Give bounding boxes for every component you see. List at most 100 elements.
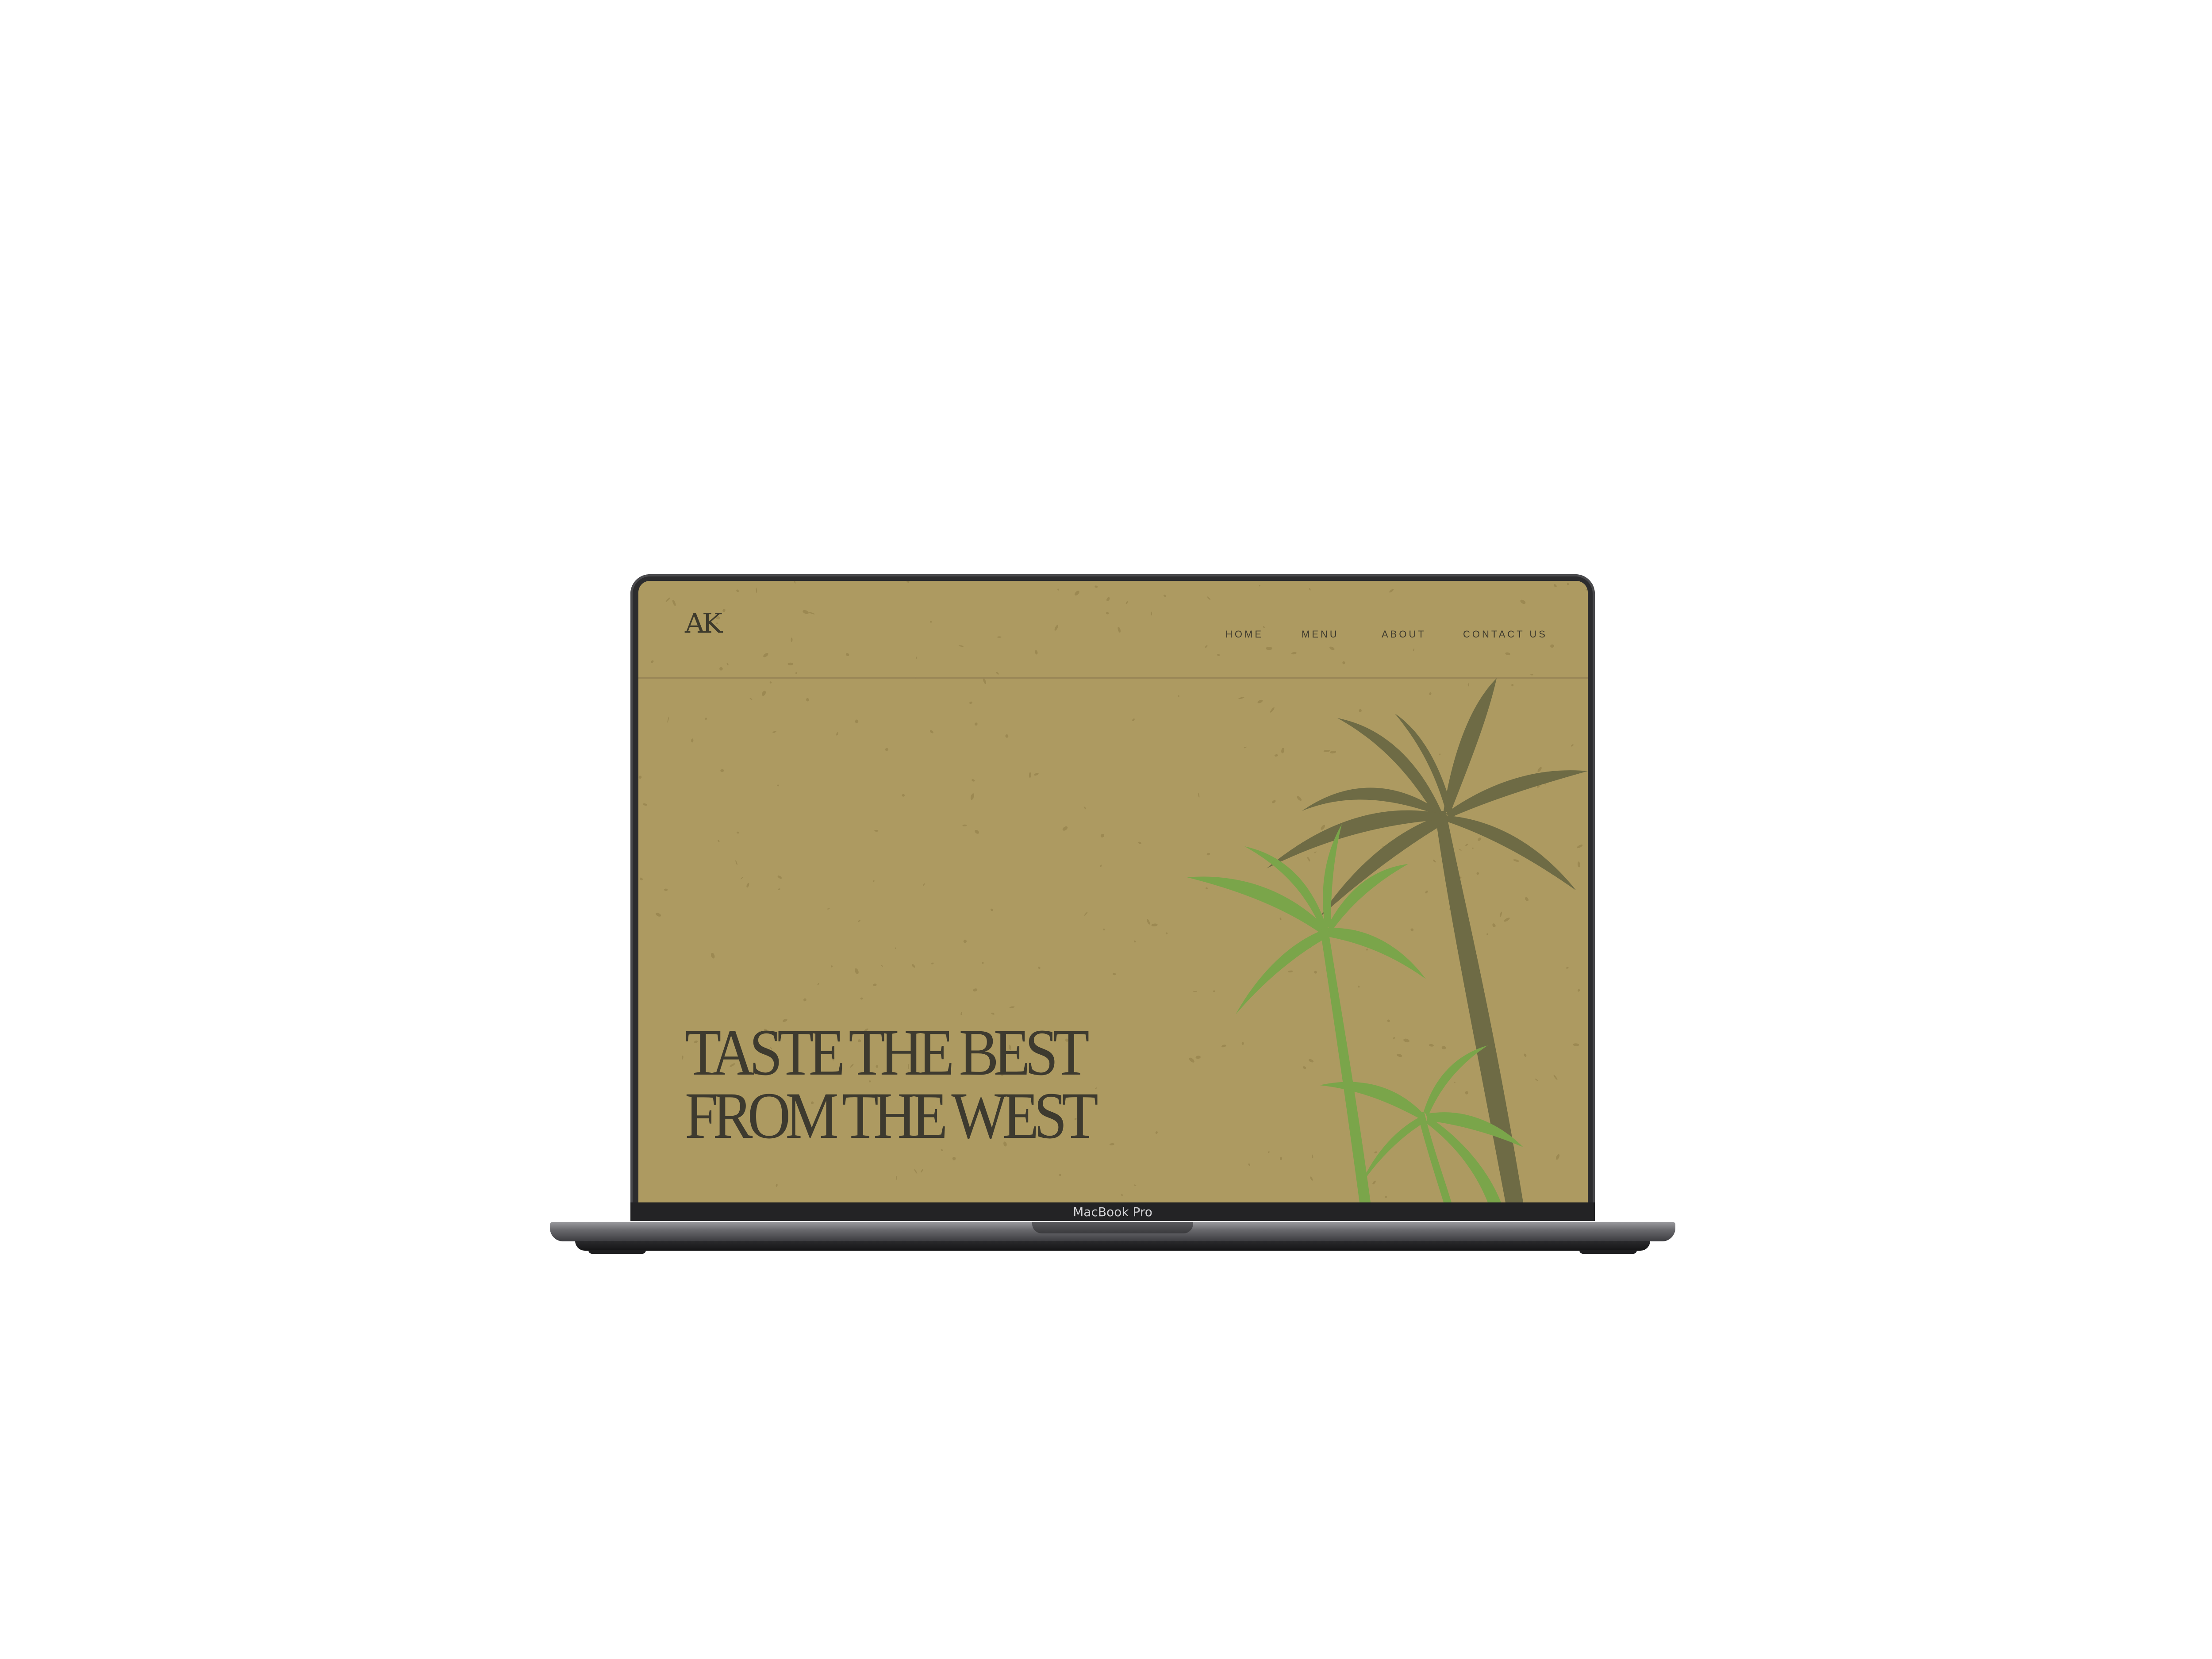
texture-speck (1038, 966, 1041, 969)
texture-speck (1029, 772, 1031, 778)
texture-speck (873, 983, 877, 987)
texture-speck (1100, 864, 1102, 868)
texture-speck (777, 876, 782, 879)
laptop-foot-right (1579, 1250, 1637, 1254)
texture-speck (691, 738, 694, 743)
texture-speck (855, 719, 859, 723)
texture-speck (718, 840, 720, 842)
texture-speck (737, 831, 739, 834)
palm-tree-illustration (1187, 678, 1588, 1202)
texture-speck (914, 1169, 918, 1174)
texture-speck (874, 830, 879, 832)
browser-screen: AK HOME MENU ABOUT CONTACT US TASTE THE … (638, 581, 1588, 1202)
texture-speck (923, 883, 925, 886)
laptop-mockup: AK HOME MENU ABOUT CONTACT US TASTE THE … (0, 0, 2212, 1659)
texture-speck (749, 698, 753, 700)
texture-speck (973, 988, 978, 992)
nav-menu[interactable]: MENU (1302, 630, 1339, 647)
texture-speck (772, 731, 776, 733)
texture-speck (827, 908, 830, 910)
texture-speck (895, 947, 896, 949)
device-label: MacBook Pro (1073, 1205, 1152, 1219)
texture-speck (1133, 940, 1136, 943)
texture-speck (1138, 841, 1141, 844)
texture-speck (762, 691, 766, 696)
site-header: AK HOME MENU ABOUT CONTACT US (638, 581, 1588, 679)
texture-speck (952, 1157, 956, 1160)
texture-speck (1113, 973, 1116, 975)
texture-speck (931, 962, 934, 964)
texture-speck (1059, 1174, 1061, 1176)
texture-speck (1062, 826, 1068, 831)
texture-speck (776, 1183, 778, 1187)
texture-speck (643, 803, 647, 806)
hero-headline-line-1: TASTE THE BEST (685, 1016, 1090, 1089)
texture-speck (1034, 773, 1039, 776)
texture-speck (1103, 928, 1105, 931)
texture-speck (1178, 695, 1179, 697)
texture-speck (836, 732, 838, 736)
texture-speck (1083, 806, 1087, 810)
texture-speck (1100, 833, 1104, 838)
texture-speck (969, 701, 972, 704)
texture-speck (656, 913, 661, 917)
texture-speck (1084, 912, 1088, 916)
texture-speck (1005, 734, 1009, 738)
texture-speck (962, 824, 967, 826)
texture-speck (1132, 718, 1135, 722)
nav-contact-us[interactable]: CONTACT US (1463, 630, 1548, 647)
texture-speck (769, 681, 772, 684)
texture-speck (705, 718, 707, 720)
texture-speck (803, 998, 806, 1002)
texture-speck (885, 748, 889, 751)
nav-home[interactable]: HOME (1225, 630, 1263, 647)
texture-speck (1121, 1194, 1123, 1196)
texture-speck (895, 1176, 898, 1180)
texture-speck (912, 964, 915, 968)
texture-speck (777, 784, 779, 787)
texture-speck (1133, 1184, 1137, 1187)
texture-speck (817, 983, 819, 986)
texture-speck (974, 722, 978, 726)
texture-speck (735, 860, 737, 865)
texture-speck (640, 877, 643, 880)
laptop-foot-left (588, 1250, 646, 1254)
texture-speck (746, 883, 749, 888)
texture-speck (855, 968, 859, 974)
nav-about[interactable]: ABOUT (1382, 630, 1426, 647)
texture-speck (806, 698, 809, 702)
texture-speck (682, 1055, 684, 1060)
texture-speck (777, 888, 781, 890)
texture-speck (991, 908, 993, 911)
hero-headline-line-2: FROM THE WEST (685, 1079, 1098, 1152)
texture-speck (741, 876, 743, 879)
texture-speck (963, 940, 967, 943)
hero-headline: TASTE THE BEST FROM THE WEST (685, 1016, 1163, 1152)
texture-speck (711, 952, 715, 959)
texture-speck (972, 779, 975, 782)
texture-speck (860, 997, 863, 1000)
texture-speck (1165, 932, 1168, 935)
trackpad-notch (1032, 1222, 1193, 1233)
laptop-base-lip (575, 1241, 1650, 1251)
texture-speck (982, 962, 984, 964)
texture-speck (921, 1168, 924, 1173)
texture-speck (667, 716, 669, 723)
texture-speck (881, 965, 883, 967)
texture-speck (831, 965, 833, 968)
texture-speck (664, 888, 668, 891)
texture-speck (720, 769, 724, 772)
texture-speck (991, 1012, 995, 1015)
texture-speck (929, 730, 933, 733)
texture-speck (1151, 923, 1158, 927)
texture-speck (960, 1012, 962, 1016)
texture-speck (975, 830, 979, 834)
texture-speck (1147, 919, 1150, 925)
texture-speck (1009, 1006, 1015, 1008)
texture-speck (858, 920, 860, 922)
texture-speck (902, 794, 905, 797)
texture-speck (638, 776, 642, 779)
site-logo[interactable]: AK (685, 610, 722, 637)
texture-speck (873, 880, 875, 882)
texture-speck (970, 793, 975, 800)
